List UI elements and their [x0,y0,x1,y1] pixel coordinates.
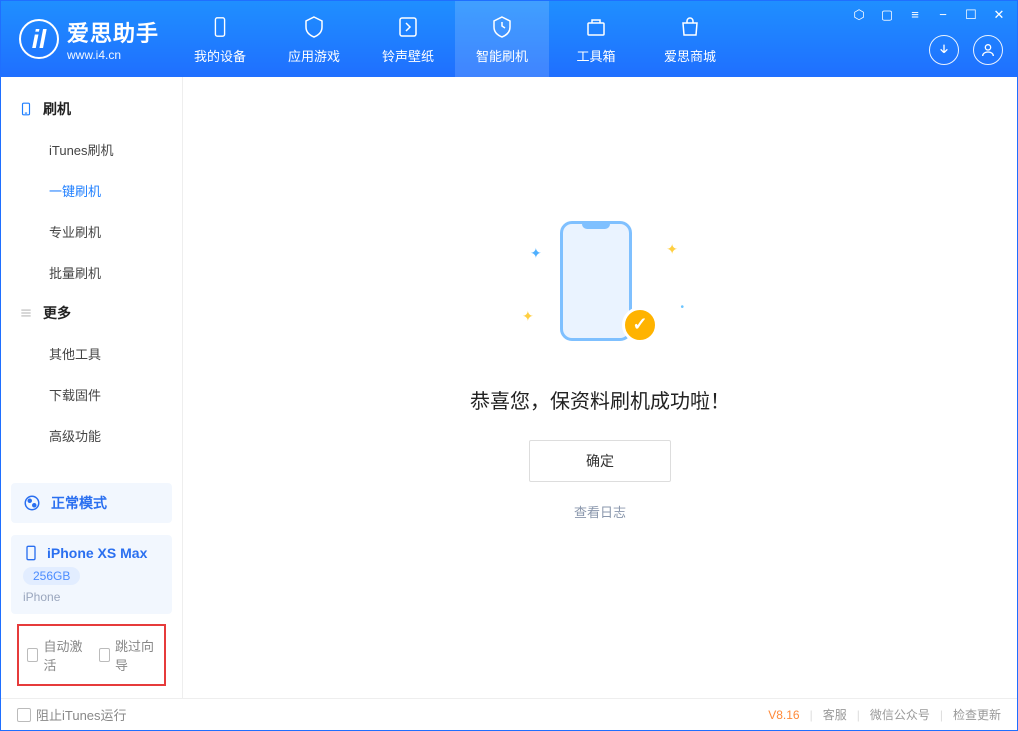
sidebar-list-1: iTunes刷机一键刷机专业刷机批量刷机 [1,129,182,293]
list-icon [19,306,33,320]
header-right-actions [929,35,1003,65]
header-tab-1[interactable]: 应用游戏 [267,1,361,77]
logo-icon: il [19,19,59,59]
sparkle-icon: ✦ [666,241,678,258]
shirt-icon[interactable]: ⬡ [851,7,867,23]
menu-icon[interactable]: ≡ [907,7,923,23]
device-card[interactable]: iPhone XS Max 256GB iPhone [11,535,172,614]
block-itunes-label: 阻止iTunes运行 [36,705,127,724]
sparkle-icon: ✦ [530,245,542,262]
device-area: 正常模式 iPhone XS Max 256GB iPhone 自动激活 跳过向… [1,483,182,698]
header-tab-0[interactable]: 我的设备 [173,1,267,77]
sidebar-item[interactable]: 高级功能 [1,415,182,456]
success-illustration: ✓ ✦ ✦ ✦ • [500,215,700,355]
footer-link-update[interactable]: 检查更新 [953,706,1001,723]
app-header: il 爱思助手 www.i4.cn 我的设备 应用游戏 铃声壁纸 智能刷机 工具箱 爱思商… [1,1,1017,77]
phone-icon [19,102,33,116]
header-tabs: 我的设备 应用游戏 铃声壁纸 智能刷机 工具箱 爱思商城 [173,1,737,77]
mode-icon [23,494,41,512]
download-icon[interactable] [929,35,959,65]
minimize-icon[interactable]: − [935,7,951,23]
sidebar-item[interactable]: 一键刷机 [1,170,182,211]
maximize-icon[interactable]: ☐ [963,7,979,23]
app-subtitle: www.i4.cn [67,48,159,62]
tab-label: 爱思商城 [664,46,716,65]
tab-label: 应用游戏 [288,46,340,65]
checkbox-icon [99,648,110,662]
success-message: 恭喜您，保资料刷机成功啦！ [470,385,730,414]
sidebar: 刷机 iTunes刷机一键刷机专业刷机批量刷机 更多 其他工具下载固件高级功能 … [1,77,183,698]
auto-activate-checkbox[interactable]: 自动激活 [27,636,85,674]
logo-text: 爱思助手 www.i4.cn [67,16,159,62]
device-name: iPhone XS Max [47,545,147,561]
block-itunes-checkbox[interactable]: 阻止iTunes运行 [17,705,127,724]
content-body: 刷机 iTunes刷机一键刷机专业刷机批量刷机 更多 其他工具下载固件高级功能 … [1,77,1017,698]
view-log-link[interactable]: 查看日志 [574,502,626,521]
tab-icon [207,14,233,40]
sidebar-item[interactable]: 其他工具 [1,333,182,374]
tab-label: 智能刷机 [476,46,528,65]
sidebar-list-2: 其他工具下载固件高级功能 [1,333,182,456]
lock-icon[interactable]: ▢ [879,7,895,23]
auto-activate-label: 自动激活 [43,636,84,674]
device-type: iPhone [23,590,160,604]
footer-left: 阻止iTunes运行 [17,705,127,724]
device-storage: 256GB [23,567,80,585]
footer: 阻止iTunes运行 V8.16 | 客服 | 微信公众号 | 检查更新 [1,698,1017,730]
main-panel: ✓ ✦ ✦ ✦ • 恭喜您，保资料刷机成功啦！ 确定 查看日志 [183,77,1017,698]
tab-icon [395,14,421,40]
sidebar-item[interactable]: 专业刷机 [1,211,182,252]
check-badge-icon: ✓ [622,307,658,343]
header-tab-3[interactable]: 智能刷机 [455,1,549,77]
tab-icon [301,14,327,40]
header-tab-2[interactable]: 铃声壁纸 [361,1,455,77]
sidebar-section-more: 更多 [1,293,182,333]
sparkle-icon: ✦ [522,308,534,325]
tab-label: 铃声壁纸 [382,46,434,65]
sidebar-section2-title: 更多 [43,303,71,323]
tab-icon [677,14,703,40]
app-title: 爱思助手 [67,16,159,48]
sidebar-item[interactable]: 批量刷机 [1,252,182,293]
tab-icon [583,14,609,40]
sidebar-section1-title: 刷机 [43,99,71,119]
mode-card[interactable]: 正常模式 [11,483,172,523]
sidebar-section-flash: 刷机 [1,89,182,129]
close-icon[interactable]: ✕ [991,7,1007,23]
sparkle-icon: • [680,302,684,313]
device-icon [23,545,39,561]
user-icon[interactable] [973,35,1003,65]
options-highlight-box: 自动激活 跳过向导 [17,624,166,686]
device-name-row: iPhone XS Max [23,545,160,561]
checkbox-icon [27,648,38,662]
footer-link-wechat[interactable]: 微信公众号 [870,706,930,723]
footer-right: V8.16 | 客服 | 微信公众号 | 检查更新 [768,706,1001,723]
version-label: V8.16 [768,708,799,722]
sidebar-item[interactable]: 下载固件 [1,374,182,415]
tab-icon [489,14,515,40]
skip-guide-label: 跳过向导 [115,636,156,674]
skip-guide-checkbox[interactable]: 跳过向导 [99,636,157,674]
tab-label: 我的设备 [194,46,246,65]
sidebar-item[interactable]: iTunes刷机 [1,129,182,170]
logo-area: il 爱思助手 www.i4.cn [1,1,173,77]
header-tab-4[interactable]: 工具箱 [549,1,643,77]
footer-link-support[interactable]: 客服 [823,706,847,723]
window-controls: ⬡ ▢ ≡ − ☐ ✕ [851,7,1007,23]
mode-label: 正常模式 [51,493,107,513]
tab-label: 工具箱 [577,46,616,65]
header-tab-5[interactable]: 爱思商城 [643,1,737,77]
checkbox-icon [17,708,31,722]
confirm-button[interactable]: 确定 [529,440,671,482]
